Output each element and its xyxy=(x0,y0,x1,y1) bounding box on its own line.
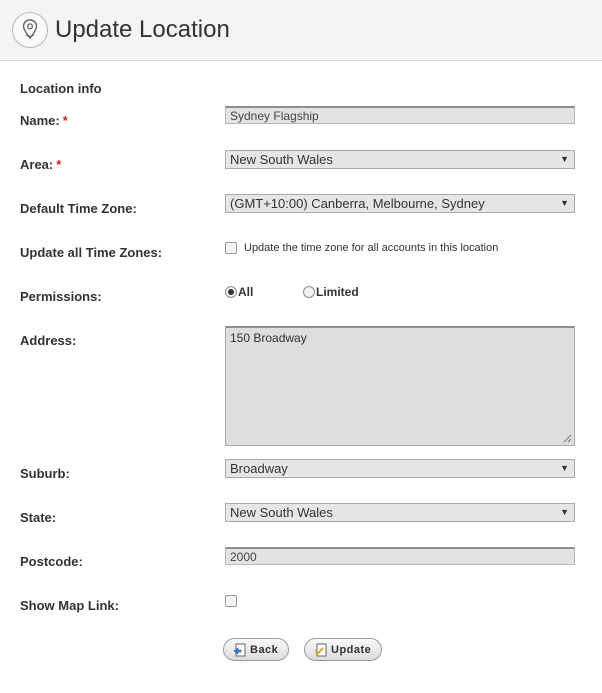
update-all-tz-checkbox-label[interactable]: Update the time zone for all accounts in… xyxy=(244,242,498,254)
permissions-label: Permissions: xyxy=(20,289,102,304)
time-zone-label: Default Time Zone: xyxy=(20,201,137,216)
suburb-value: Broadway xyxy=(230,461,288,476)
document-check-icon xyxy=(314,643,327,656)
map-pin-icon xyxy=(12,12,48,48)
update-button-label: Update xyxy=(331,643,372,656)
chevron-down-icon: ▼ xyxy=(560,198,569,208)
suburb-label: Suburb: xyxy=(20,466,70,481)
update-all-tz-checkbox[interactable] xyxy=(225,242,237,254)
suburb-select[interactable]: Broadway ▼ xyxy=(225,459,575,478)
area-value: New South Wales xyxy=(230,152,333,167)
permissions-all-label[interactable]: All xyxy=(238,285,253,299)
resize-grip-icon[interactable] xyxy=(563,434,572,443)
name-label: Name: * xyxy=(20,113,68,128)
postcode-field[interactable] xyxy=(225,547,575,565)
chevron-down-icon: ▼ xyxy=(560,507,569,517)
permissions-limited-label[interactable]: Limited xyxy=(316,285,359,299)
page-header: Update Location xyxy=(0,0,602,61)
address-label: Address: xyxy=(20,333,77,348)
show-map-link-label: Show Map Link: xyxy=(20,598,119,613)
back-arrow-icon xyxy=(233,643,246,656)
area-select[interactable]: New South Wales ▼ xyxy=(225,150,575,169)
address-value: 150 Broadway xyxy=(230,331,307,345)
state-select[interactable]: New South Wales ▼ xyxy=(225,503,575,522)
time-zone-value: (GMT+10:00) Canberra, Melbourne, Sydney xyxy=(230,196,485,211)
postcode-label: Postcode: xyxy=(20,554,83,569)
required-marker: * xyxy=(62,113,68,128)
area-label: Area: * xyxy=(20,157,62,172)
state-label: State: xyxy=(20,510,57,525)
back-button[interactable]: Back xyxy=(223,638,290,661)
update-all-tz-label: Update all Time Zones: xyxy=(20,245,163,260)
state-value: New South Wales xyxy=(230,505,333,520)
required-marker: * xyxy=(56,157,62,172)
name-field[interactable] xyxy=(225,106,575,124)
update-button[interactable]: Update xyxy=(304,638,383,661)
page-title: Update Location xyxy=(55,16,230,43)
time-zone-select[interactable]: (GMT+10:00) Canberra, Melbourne, Sydney ▼ xyxy=(225,194,575,213)
permissions-all-radio[interactable] xyxy=(225,286,237,298)
section-title: Location info xyxy=(20,81,102,96)
show-map-link-checkbox[interactable] xyxy=(225,595,237,607)
permissions-limited-radio[interactable] xyxy=(303,286,315,298)
chevron-down-icon: ▼ xyxy=(560,463,569,473)
address-textarea[interactable]: 150 Broadway xyxy=(225,326,575,446)
back-button-label: Back xyxy=(250,643,279,656)
chevron-down-icon: ▼ xyxy=(560,154,569,164)
